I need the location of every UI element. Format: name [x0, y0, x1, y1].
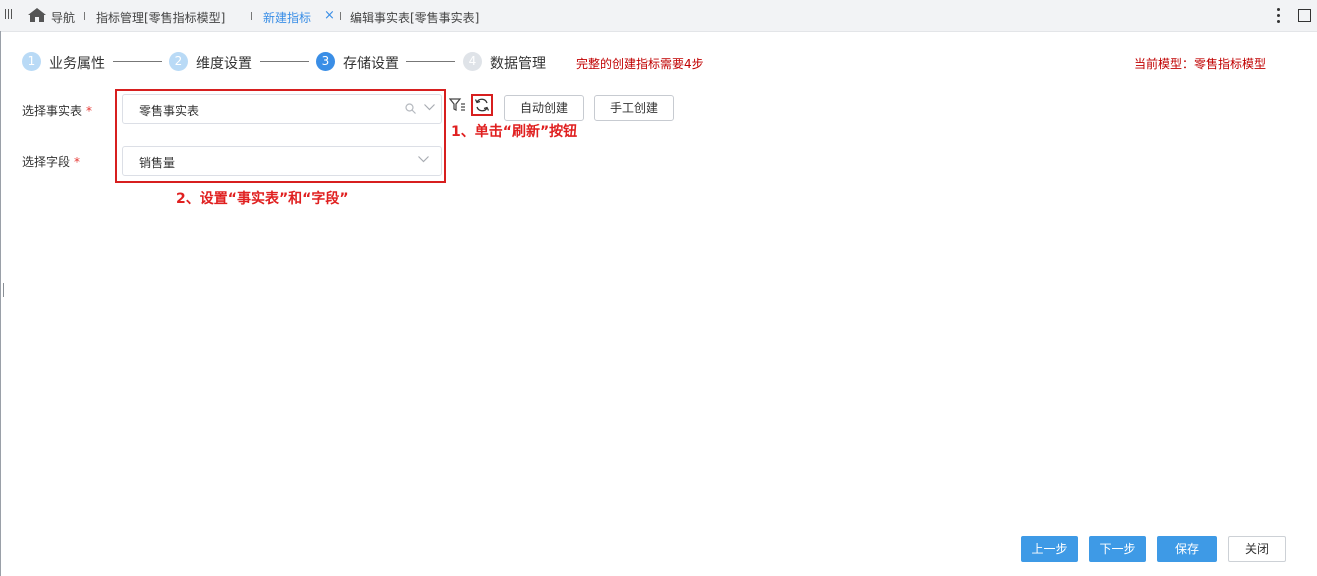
step-number: 4 [463, 52, 482, 71]
annotation-refresh: 1、单击“刷新”按钮 [451, 124, 578, 140]
step-label: 维度设置 [196, 56, 252, 72]
close-button[interactable]: 关闭 [1228, 536, 1286, 562]
home-icon[interactable] [28, 8, 46, 22]
fact-table-label: 选择事实表 * [22, 104, 93, 118]
steps-hint: 完整的创建指标需要4步 [576, 57, 704, 71]
step-label: 存储设置 [343, 56, 399, 72]
current-model-label: 当前模型：零售指标模型 [1134, 57, 1267, 71]
step-connector [260, 61, 309, 62]
step-number: 2 [169, 52, 188, 71]
resize-handle[interactable] [3, 283, 4, 297]
more-icon[interactable] [1276, 7, 1280, 23]
maximize-icon[interactable] [1298, 9, 1311, 22]
highlight-frame-fields [115, 89, 446, 183]
step-label: 数据管理 [490, 56, 546, 72]
step-dimension-settings: 2 维度设置 [169, 52, 259, 72]
step-connector [113, 61, 162, 62]
tab-new-indicator[interactable]: 新建指标 [263, 9, 311, 26]
auto-create-button[interactable]: 自动创建 [504, 95, 584, 121]
tab-separator [84, 12, 85, 20]
field-label: 选择字段 * [22, 155, 81, 169]
filter-icon[interactable] [449, 98, 466, 112]
tab-edit-fact-table[interactable]: 编辑事实表[零售事实表] [350, 9, 479, 26]
close-icon[interactable]: × [324, 9, 335, 22]
refresh-icon[interactable] [474, 97, 490, 113]
annotation-set-fields: 2、设置“事实表”和“字段” [176, 191, 349, 207]
tab-separator [340, 12, 341, 20]
tab-bar: 导航 指标管理[零售指标模型] 新建指标 × 编辑事实表[零售事实表] [0, 0, 1317, 32]
prev-step-button[interactable]: 上一步 [1021, 536, 1078, 562]
next-step-button[interactable]: 下一步 [1089, 536, 1146, 562]
step-label: 业务属性 [49, 56, 105, 72]
tab-separator [251, 12, 252, 20]
step-number: 1 [22, 52, 41, 71]
save-button[interactable]: 保存 [1157, 536, 1217, 562]
menu-icon[interactable] [5, 9, 15, 21]
tab-navigation[interactable]: 导航 [51, 9, 75, 26]
tab-indicator-management[interactable]: 指标管理[零售指标模型] [96, 9, 225, 26]
step-connector [406, 61, 455, 62]
step-number: 3 [316, 52, 335, 71]
manual-create-button[interactable]: 手工创建 [594, 95, 674, 121]
step-business-attributes: 1 业务属性 [22, 52, 112, 72]
step-data-management: 4 数据管理 [463, 52, 553, 72]
left-border [0, 31, 1, 576]
step-storage-settings: 3 存储设置 [316, 52, 406, 72]
